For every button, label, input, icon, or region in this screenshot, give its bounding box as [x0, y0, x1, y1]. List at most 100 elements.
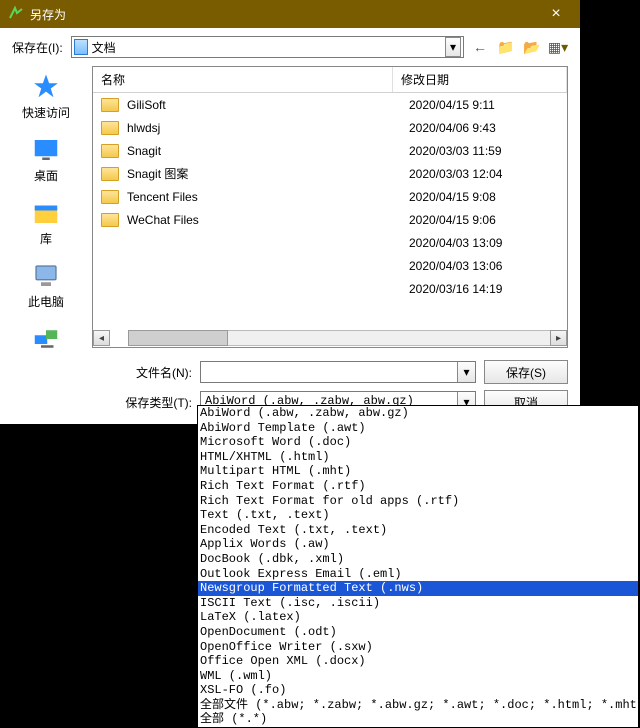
filetype-option[interactable]: OpenDocument (.odt) [198, 625, 638, 640]
filetype-option[interactable]: 全部文件 (*.abw; *.zabw; *.abw.gz; *.awt; *.… [198, 698, 638, 713]
sidebar-label: 此电脑 [28, 293, 64, 310]
file-date: 2020/04/15 9:11 [409, 98, 567, 112]
file-list: 名称 修改日期 GiliSoft2020/04/15 9:11hlwdsj202… [92, 66, 568, 348]
filetype-option[interactable]: 全部 (*.*) [198, 712, 638, 727]
sidebar-label: 桌面 [34, 167, 58, 184]
view-menu-icon[interactable]: ▦▾ [548, 37, 568, 57]
sidebar-label: 快速访问 [22, 104, 70, 121]
filename-label: 文件名(N): [96, 364, 196, 381]
file-date: 2020/03/03 12:04 [409, 167, 567, 181]
filetype-option[interactable]: ISCII Text (.isc, .iscii) [198, 596, 638, 611]
filetype-option[interactable]: DocBook (.dbk, .xml) [198, 552, 638, 567]
folder-name: 文档 [88, 39, 445, 56]
file-date: 2020/03/03 11:59 [409, 144, 567, 158]
sidebar-desktop[interactable]: 桌面 [0, 135, 92, 184]
app-icon [8, 5, 24, 24]
folder-icon [101, 98, 119, 112]
filetype-option[interactable]: XSL-FO (.fo) [198, 683, 638, 698]
filetype-option[interactable]: Outlook Express Email (.eml) [198, 567, 638, 582]
window-title: 另存为 [30, 6, 536, 23]
table-row[interactable]: WeChat Files2020/04/15 9:06 [93, 208, 567, 231]
sidebar-network[interactable]: 网络 [0, 324, 92, 354]
file-name: hlwdsj [127, 121, 409, 135]
star-icon [29, 72, 63, 102]
file-date: 2020/03/16 14:19 [409, 282, 567, 296]
horizontal-scrollbar[interactable]: ◂ ▸ [93, 329, 567, 347]
file-name: Tencent Files [127, 190, 409, 204]
filetype-option[interactable]: Encoded Text (.txt, .text) [198, 523, 638, 538]
filetype-option[interactable]: Microsoft Word (.doc) [198, 435, 638, 450]
filetype-option[interactable]: HTML/XHTML (.html) [198, 450, 638, 465]
folder-icon [101, 121, 119, 135]
pc-icon [29, 261, 63, 291]
folder-icon [101, 213, 119, 227]
file-date: 2020/04/15 9:08 [409, 190, 567, 204]
save-button[interactable]: 保存(S) [484, 360, 568, 384]
filetype-option[interactable]: LaTeX (.latex) [198, 610, 638, 625]
scrollbar-track[interactable] [228, 330, 550, 346]
scrollbar-thumb[interactable] [128, 330, 228, 346]
folder-icon [101, 167, 119, 181]
table-row[interactable]: Snagit 图案2020/03/03 12:04 [93, 162, 567, 185]
table-row[interactable]: Tencent Files2020/04/15 9:08 [93, 185, 567, 208]
filetype-option[interactable]: Multipart HTML (.mht) [198, 464, 638, 479]
filetype-option[interactable]: AbiWord Template (.awt) [198, 421, 638, 436]
filetype-option[interactable]: Rich Text Format for old apps (.rtf) [198, 494, 638, 509]
filetype-option[interactable]: Rich Text Format (.rtf) [198, 479, 638, 494]
nav-buttons: ← 📁 📂 ▦▾ [470, 37, 568, 57]
sidebar-quick-access[interactable]: 快速访问 [0, 72, 92, 121]
desktop-icon [29, 135, 63, 165]
sidebar-label: 库 [40, 230, 52, 247]
network-icon [29, 324, 63, 354]
chevron-down-icon[interactable]: ▾ [457, 362, 475, 382]
scroll-right-icon[interactable]: ▸ [550, 330, 567, 346]
file-date: 2020/04/15 9:06 [409, 213, 567, 227]
file-date: 2020/04/06 9:43 [409, 121, 567, 135]
close-button[interactable]: × [536, 0, 576, 28]
table-row[interactable]: Snagit2020/03/03 11:59 [93, 139, 567, 162]
table-row[interactable]: 2020/03/16 14:19 [93, 277, 567, 300]
file-name: GiliSoft [127, 98, 409, 112]
file-date: 2020/04/03 13:06 [409, 259, 567, 273]
watermark: www.cfan.com.cn [558, 672, 636, 683]
filetype-option[interactable]: OpenOffice Writer (.sxw) [198, 640, 638, 655]
filetype-option[interactable]: Newsgroup Formatted Text (.nws) [198, 581, 638, 596]
content-area: 快速访问 桌面 库 此电脑 网络 名称 修改日期 [0, 66, 580, 354]
sidebar-libraries[interactable]: 库 [0, 198, 92, 247]
col-header-date[interactable]: 修改日期 [393, 67, 567, 92]
titlebar: 另存为 × [0, 0, 580, 28]
back-icon[interactable]: ← [470, 37, 490, 57]
filename-value [201, 362, 457, 382]
filetype-option[interactable]: Applix Words (.aw) [198, 537, 638, 552]
filetype-option[interactable]: Office Open XML (.docx) [198, 654, 638, 669]
location-toolbar: 保存在(I): 文档 ▾ ← 📁 📂 ▦▾ [0, 28, 580, 66]
chevron-down-icon[interactable]: ▾ [445, 37, 461, 57]
table-row[interactable]: hlwdsj2020/04/06 9:43 [93, 116, 567, 139]
scroll-left-icon[interactable]: ◂ [93, 330, 110, 346]
filetype-label: 保存类型(T): [96, 394, 196, 411]
table-row[interactable]: 2020/04/03 13:09 [93, 231, 567, 254]
library-icon [29, 198, 63, 228]
new-folder-icon[interactable]: 📂 [522, 37, 542, 57]
table-row[interactable]: GiliSoft2020/04/15 9:11 [93, 93, 567, 116]
folder-select[interactable]: 文档 ▾ [71, 36, 464, 58]
file-name: Snagit 图案 [127, 165, 409, 182]
save-in-label: 保存在(I): [12, 39, 63, 56]
folder-icon [101, 144, 119, 158]
file-list-body: GiliSoft2020/04/15 9:11hlwdsj2020/04/06 … [93, 93, 567, 329]
col-header-name[interactable]: 名称 [93, 67, 393, 92]
save-as-dialog: 另存为 × 保存在(I): 文档 ▾ ← 📁 📂 ▦▾ 快速访问 桌面 [0, 0, 580, 424]
filename-input[interactable]: ▾ [200, 361, 476, 383]
up-folder-icon[interactable]: 📁 [496, 37, 516, 57]
places-sidebar: 快速访问 桌面 库 此电脑 网络 [0, 66, 92, 354]
file-date: 2020/04/03 13:09 [409, 236, 567, 250]
file-name: Snagit [127, 144, 409, 158]
folder-icon [101, 190, 119, 204]
table-row[interactable]: 2020/04/03 13:06 [93, 254, 567, 277]
filetype-option[interactable]: Text (.txt, .text) [198, 508, 638, 523]
file-list-header: 名称 修改日期 [93, 67, 567, 93]
documents-icon [74, 39, 88, 55]
filetype-option[interactable]: AbiWord (.abw, .zabw, abw.gz) [198, 406, 638, 421]
file-name: WeChat Files [127, 213, 409, 227]
sidebar-this-pc[interactable]: 此电脑 [0, 261, 92, 310]
